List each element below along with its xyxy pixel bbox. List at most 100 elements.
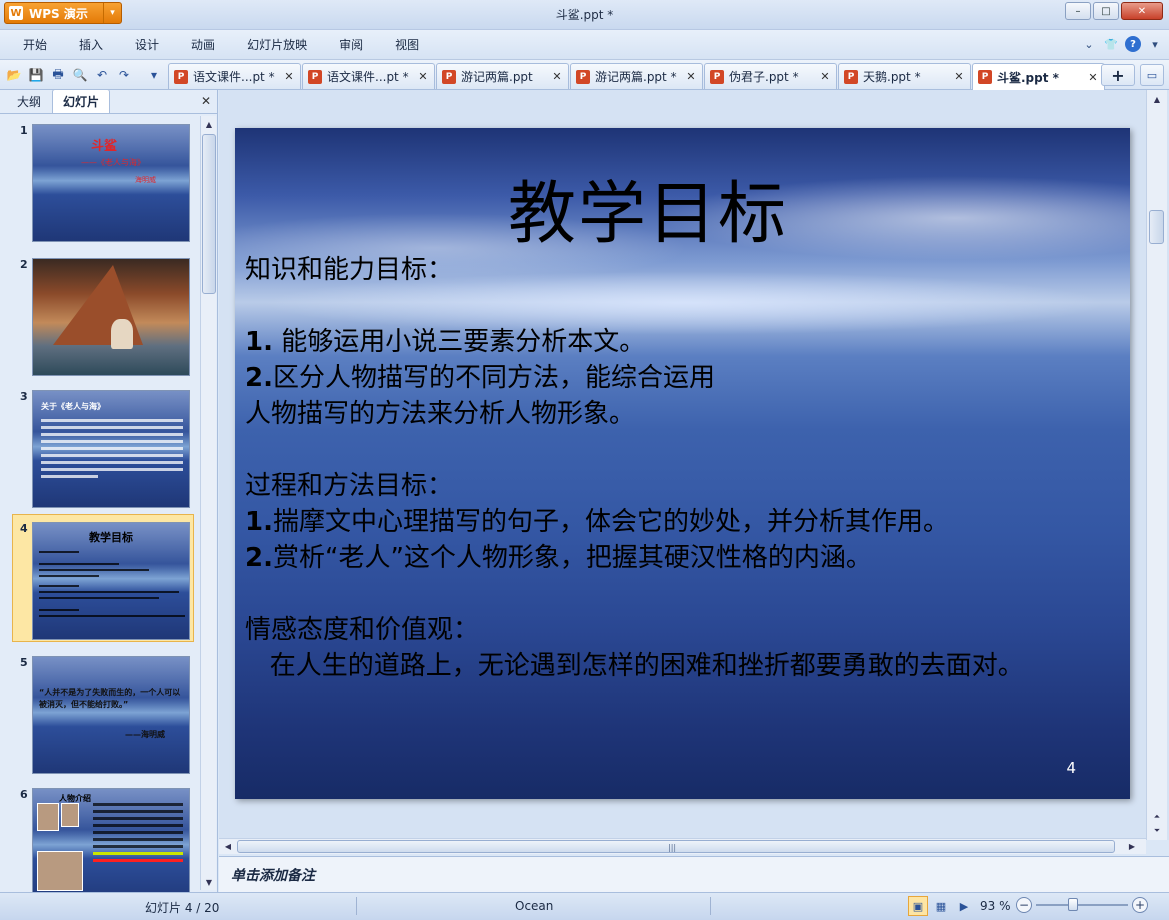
scrollbar-thumb[interactable]: ||| bbox=[237, 840, 1115, 853]
close-icon[interactable]: ✕ bbox=[417, 70, 429, 83]
window-title: 斗鲨.ppt * bbox=[555, 8, 614, 22]
collapse-ribbon-icon[interactable]: ⌄ bbox=[1081, 36, 1097, 52]
chevron-down-icon[interactable]: ▾ bbox=[1147, 36, 1163, 52]
redo-icon[interactable]: ↷ bbox=[114, 65, 134, 85]
customize-toolbar-icon[interactable]: ▾ bbox=[144, 65, 164, 85]
zoom-out-button[interactable]: − bbox=[1016, 897, 1032, 913]
undo-icon[interactable]: ↶ bbox=[92, 65, 112, 85]
menu-design[interactable]: 设计 bbox=[122, 36, 172, 53]
slide-sorter-icon[interactable]: ▦ bbox=[931, 896, 951, 916]
doc-tab[interactable]: P 语文课件...pt * ✕ bbox=[302, 63, 435, 89]
menu-animation[interactable]: 动画 bbox=[178, 36, 228, 53]
open-folder-icon[interactable]: 📂 bbox=[4, 65, 24, 85]
portrait-photo bbox=[37, 851, 83, 891]
ppt-file-icon: P bbox=[442, 69, 456, 84]
notes-placeholder[interactable]: 单击添加备注 bbox=[231, 865, 315, 885]
close-icon[interactable]: ✕ bbox=[685, 70, 697, 83]
slide-thumbnail[interactable]: 3 关于《老人与海》 bbox=[0, 382, 200, 510]
scroll-right-icon[interactable]: ▶ bbox=[1125, 839, 1139, 853]
scrollbar-thumb[interactable] bbox=[1149, 210, 1164, 244]
close-icon[interactable]: ✕ bbox=[201, 94, 211, 108]
slide-thumbnail[interactable]: 5 “人并不是为了失败而生的，一个人可以被消灭，但不能给打败。” ——海明威 bbox=[0, 648, 200, 776]
title-bar: W WPS 演示 ▾ 斗鲨.ppt * – □ ✕ bbox=[0, 0, 1169, 30]
close-icon[interactable]: ✕ bbox=[819, 70, 831, 83]
previous-slide-icon[interactable]: ⏶ bbox=[1150, 810, 1164, 824]
tab-outline[interactable]: 大纲 bbox=[6, 89, 52, 113]
doc-tab[interactable]: P 游记两篇.ppt * ✕ bbox=[570, 63, 703, 89]
toolbar-divider bbox=[136, 65, 142, 85]
normal-view-icon[interactable]: ▣ bbox=[908, 896, 928, 916]
slide-line: 人物描写的方法来分析人物形象。 bbox=[245, 399, 636, 429]
next-slide-icon[interactable]: ⏷ bbox=[1150, 824, 1164, 838]
slide-line bbox=[245, 288, 1125, 324]
maximize-button[interactable]: □ bbox=[1093, 2, 1119, 20]
horizontal-scrollbar[interactable]: ◀ ||| ▶ bbox=[219, 838, 1146, 854]
zoom-slider[interactable] bbox=[1036, 904, 1128, 906]
current-slide[interactable]: 教学目标 知识和能力目标： 1. 能够运用小说三要素分析本文。 2.区分人物描写… bbox=[235, 128, 1130, 799]
slide-thumbnail[interactable]: 2 bbox=[0, 250, 200, 378]
thumbnail-scrollbar[interactable]: ▲ ▼ bbox=[200, 116, 216, 890]
help-icon[interactable]: ? bbox=[1125, 36, 1141, 52]
thumbnail-list: 1 斗鲨 ——《老人与海》 海明威 2 3 关于《老人与海》 4 教学目标 5 … bbox=[0, 116, 200, 892]
doc-tab[interactable]: P 游记两篇.ppt ✕ bbox=[436, 63, 569, 89]
doc-tab[interactable]: P 语文课件...pt * ✕ bbox=[168, 63, 301, 89]
slide-thumbnail[interactable]: 6 人物介绍 bbox=[0, 780, 200, 892]
menu-review[interactable]: 审阅 bbox=[326, 36, 376, 53]
slide-thumbnail[interactable]: 1 斗鲨 ——《老人与海》 海明威 bbox=[0, 116, 200, 244]
slide-line: 知识和能力目标： bbox=[245, 255, 454, 285]
scrollbar-thumb[interactable] bbox=[202, 134, 216, 294]
slide-line: 1. 能够运用小说三要素分析本文。 bbox=[245, 327, 646, 357]
slide-line: 情感态度和价值观： bbox=[245, 615, 480, 645]
menu-view[interactable]: 视图 bbox=[382, 36, 432, 53]
menu-insert[interactable]: 插入 bbox=[66, 36, 116, 53]
scroll-up-icon[interactable]: ▲ bbox=[202, 117, 216, 131]
close-icon[interactable]: ✕ bbox=[283, 70, 295, 83]
minimize-button[interactable]: – bbox=[1065, 2, 1091, 20]
close-icon[interactable]: ✕ bbox=[551, 70, 563, 83]
scroll-up-icon[interactable]: ▲ bbox=[1150, 92, 1164, 106]
close-icon[interactable]: ✕ bbox=[1087, 71, 1099, 84]
scroll-left-icon[interactable]: ◀ bbox=[221, 839, 235, 853]
ppt-file-icon: P bbox=[576, 69, 590, 84]
ppt-file-icon: P bbox=[710, 69, 724, 84]
save-icon[interactable]: 💾 bbox=[26, 65, 46, 85]
zoom-slider-handle[interactable] bbox=[1067, 898, 1078, 911]
slide-line: 2.赏析“老人”这个人物形象，把握其硬汉性格的内涵。 bbox=[245, 543, 872, 573]
skin-shirt-icon[interactable]: 👕 bbox=[1103, 36, 1119, 52]
slide-body-text[interactable]: 知识和能力目标： 1. 能够运用小说三要素分析本文。 2.区分人物描写的不同方法… bbox=[245, 252, 1125, 684]
menu-bar: 开始 插入 设计 动画 幻灯片放映 审阅 视图 ⌄ 👕 ? ▾ bbox=[0, 30, 1169, 60]
zoom-in-button[interactable]: + bbox=[1132, 897, 1148, 913]
ppt-file-icon: P bbox=[978, 70, 992, 84]
vertical-scrollbar[interactable]: ▲ ⏶ ⏷ bbox=[1146, 90, 1167, 840]
scroll-down-icon[interactable]: ▼ bbox=[202, 875, 216, 889]
slides-pane: 大纲 幻灯片 ✕ 1 斗鲨 ——《老人与海》 海明威 2 3 关于《老人与海》 bbox=[0, 89, 218, 892]
doc-tab-active[interactable]: P 斗鲨.ppt * ✕ bbox=[972, 63, 1105, 90]
print-icon[interactable]: 🖶 bbox=[48, 65, 68, 85]
slide-line: 1.揣摩文中心理描写的句子，体会它的妙处，并分析其作用。 bbox=[245, 507, 949, 537]
new-tab-button[interactable]: + bbox=[1101, 64, 1135, 86]
slide-editor: 教学目标 知识和能力目标： 1. 能够运用小说三要素分析本文。 2.区分人物描写… bbox=[219, 90, 1169, 854]
quick-access-toolbar: 📂 💾 🖶 🔍 ↶ ↷ ▾ P 语文课件...pt * ✕ P 语文课件...p… bbox=[0, 60, 1169, 90]
ppt-file-icon: P bbox=[844, 69, 858, 84]
window-layout-icon[interactable]: ▭ bbox=[1140, 64, 1164, 86]
slide-thumbnail-selected[interactable]: 4 教学目标 bbox=[0, 514, 200, 642]
notes-pane[interactable]: 单击添加备注 bbox=[219, 856, 1169, 892]
doc-tab[interactable]: P 天鹅.ppt * ✕ bbox=[838, 63, 971, 89]
close-button[interactable]: ✕ bbox=[1121, 2, 1163, 20]
menu-slideshow[interactable]: 幻灯片放映 bbox=[234, 36, 320, 53]
slideshow-icon[interactable]: ▶ bbox=[954, 896, 974, 916]
zoom-level: 93 % bbox=[980, 899, 1011, 913]
slide-page-number: 4 bbox=[1066, 759, 1076, 777]
theme-name[interactable]: Ocean bbox=[515, 899, 553, 913]
doc-tab[interactable]: P 伪君子.ppt * ✕ bbox=[704, 63, 837, 89]
document-tabs: P 语文课件...pt * ✕ P 语文课件...pt * ✕ P 游记两篇.p… bbox=[168, 63, 1106, 90]
portrait-photo bbox=[61, 803, 79, 827]
tab-slides[interactable]: 幻灯片 bbox=[52, 89, 111, 113]
print-preview-icon[interactable]: 🔍 bbox=[70, 65, 90, 85]
slide-counter: 幻灯片 4 / 20 bbox=[145, 901, 220, 915]
status-bar: 幻灯片 4 / 20 Ocean ▣ ▦ ▶ 93 % − + bbox=[0, 892, 1169, 920]
slide-title[interactable]: 教学目标 bbox=[235, 158, 1061, 257]
menu-home[interactable]: 开始 bbox=[10, 36, 60, 53]
close-icon[interactable]: ✕ bbox=[953, 70, 965, 83]
grip-icon: ||| bbox=[668, 843, 677, 852]
